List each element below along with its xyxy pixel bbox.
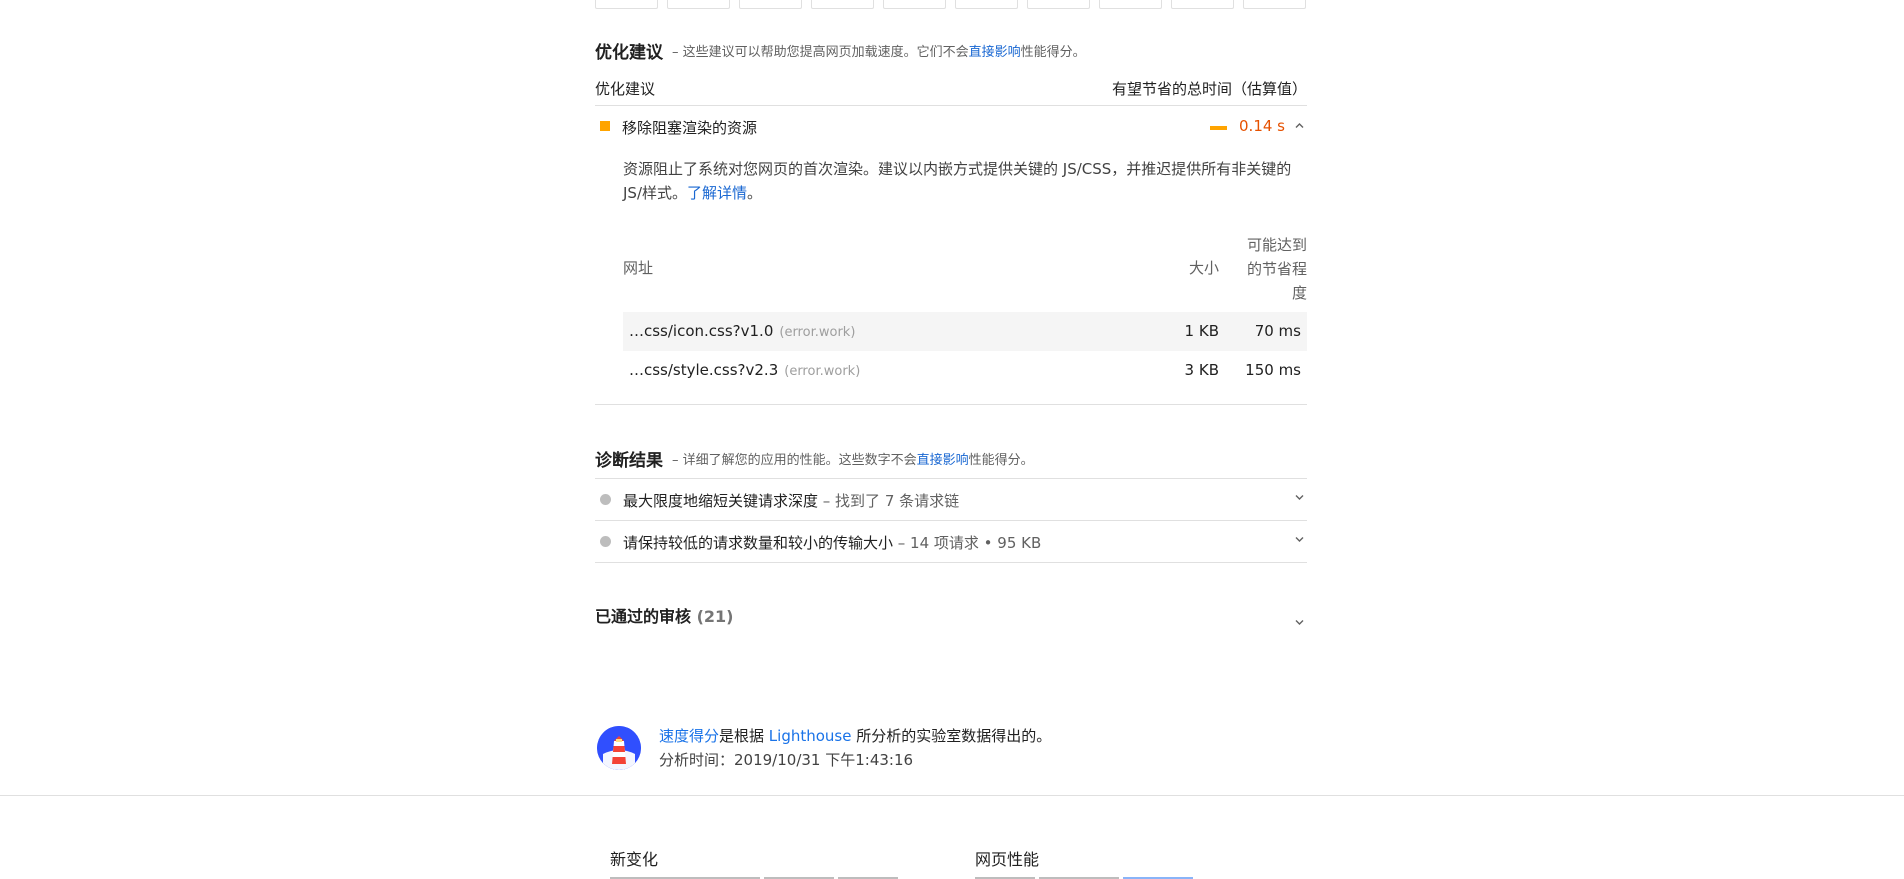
whats-new-heading: 新变化	[610, 850, 659, 869]
resource-url: …css/style.css?v2.3 (error.work)	[629, 361, 860, 379]
resource-path[interactable]: …css/style.css?v2.3	[629, 361, 778, 379]
audit-render-blocking-resources[interactable]: 移除阻塞渲染的资源 0.14 s	[595, 110, 1307, 144]
chevron-down-icon[interactable]	[1295, 494, 1304, 502]
learn-more-link[interactable]: 了解详情	[687, 184, 747, 202]
resource-host: (error.work)	[779, 325, 856, 340]
footnote-text: 是根据	[719, 727, 769, 745]
audit-name: 最大限度地缩短关键请求深度	[623, 492, 819, 510]
filmstrip-frame	[811, 0, 874, 9]
divider	[595, 404, 1307, 405]
resource-size: 1 KB	[1184, 322, 1219, 340]
web-performance-text-cut	[975, 872, 1215, 879]
table-header-savings: 可能达到的节省程度	[1246, 236, 1307, 302]
resource-url: …css/icon.css?v1.0 (error.work)	[629, 322, 855, 340]
audit-resource-summary[interactable]: 请保持较低的请求数量和较小的传输大小 – 14 项请求 • 95 KB	[595, 521, 1307, 563]
footnote-line: 速度得分是根据 Lighthouse 所分析的实验室数据得出的。	[659, 724, 1051, 748]
diagnostics-description: – 详细了解您的应用的性能。这些数字不会直接影响性能得分。	[672, 449, 1034, 468]
page-separator	[0, 795, 1904, 796]
informative-score-icon	[600, 536, 611, 547]
filmstrip	[595, 0, 1307, 9]
filmstrip-frame	[1171, 0, 1234, 9]
analysis-time: 分析时间：2019/10/31 下午1:43:16	[659, 751, 914, 769]
diagnostics-desc-suffix: 性能得分。	[968, 453, 1034, 468]
passed-audits-toggle[interactable]: 已通过的审核 (21)	[595, 603, 1307, 633]
audit-name: 请保持较低的请求数量和较小的传输大小	[623, 534, 894, 552]
chevron-down-icon[interactable]	[1295, 619, 1304, 627]
table-header-size: 大小	[1188, 259, 1219, 277]
table-header-url: 网址	[623, 259, 654, 277]
resource-savings: 150 ms	[1245, 361, 1301, 379]
footnote-text-end: 所分析的实验室数据得出的。	[851, 727, 1052, 745]
filmstrip-frame	[595, 0, 658, 9]
audit-title: 请保持较低的请求数量和较小的传输大小 – 14 项请求 • 95 KB	[623, 532, 1041, 553]
resource-size: 3 KB	[1184, 361, 1219, 379]
filmstrip-frame	[1243, 0, 1306, 9]
filmstrip-frame	[883, 0, 946, 9]
passed-audits-title: 已通过的审核	[595, 607, 692, 626]
audit-display-value: – 14 项请求 • 95 KB	[893, 534, 1042, 552]
passed-audits-count: (21)	[696, 607, 734, 626]
direct-impact-link[interactable]: 直接影响	[969, 45, 1021, 60]
filmstrip-frame	[739, 0, 802, 9]
audit-description-end: 。	[747, 184, 763, 202]
opportunities-description: – 这些建议可以帮助您提高网页加载速度。它们不会直接影响性能得分。	[672, 41, 1086, 60]
savings-bar	[1210, 126, 1227, 130]
informative-score-icon	[600, 494, 611, 505]
diagnostics-title: 诊断结果	[595, 451, 663, 471]
audit-title: 移除阻塞渲染的资源	[622, 119, 758, 137]
average-score-icon	[600, 121, 610, 131]
filmstrip-frame	[1027, 0, 1090, 9]
table-row: …css/style.css?v2.3 (error.work) 3 KB 150…	[623, 351, 1307, 390]
filmstrip-frame	[955, 0, 1018, 9]
audit-display-value: – 找到了 7 条请求链	[818, 492, 960, 510]
diagnostics-desc-text: – 详细了解您的应用的性能。这些数字不会	[672, 453, 917, 468]
opportunities-title: 优化建议	[595, 43, 663, 63]
lighthouse-link[interactable]: Lighthouse	[769, 727, 852, 745]
audit-savings-value: 0.14 s	[1239, 117, 1285, 135]
opportunities-desc-text: – 这些建议可以帮助您提高网页加载速度。它们不会	[672, 45, 969, 60]
column-estimated-savings: 有望节省的总时间（估算值）	[1111, 80, 1307, 98]
resource-host: (error.work)	[784, 364, 861, 379]
table-row: …css/icon.css?v1.0 (error.work) 1 KB 70 m…	[623, 312, 1307, 351]
audit-description: 资源阻止了系统对您网页的首次渲染。建议以内嵌方式提供关键的 JS/CSS，并推迟…	[623, 157, 1295, 205]
resource-savings: 70 ms	[1254, 322, 1301, 340]
lighthouse-logo-icon	[597, 726, 641, 770]
chevron-up-icon[interactable]	[1295, 122, 1304, 130]
filmstrip-frame	[1099, 0, 1162, 9]
opportunities-column-header: 优化建议 有望节省的总时间（估算值）	[595, 76, 1307, 106]
performance-score-link[interactable]: 速度得分	[659, 727, 719, 745]
filmstrip-frame	[667, 0, 730, 9]
direct-impact-link[interactable]: 直接影响	[917, 453, 969, 468]
audit-title: 最大限度地缩短关键请求深度 – 找到了 7 条请求链	[623, 490, 959, 511]
column-opportunity: 优化建议	[595, 80, 656, 98]
opportunities-desc-suffix: 性能得分。	[1020, 45, 1086, 60]
whats-new-text-cut	[610, 872, 930, 879]
web-performance-heading: 网页性能	[975, 850, 1040, 869]
chevron-down-icon[interactable]	[1295, 536, 1304, 544]
audit-critical-request-chains[interactable]: 最大限度地缩短关键请求深度 – 找到了 7 条请求链	[595, 479, 1307, 521]
resource-path[interactable]: …css/icon.css?v1.0	[629, 322, 773, 340]
